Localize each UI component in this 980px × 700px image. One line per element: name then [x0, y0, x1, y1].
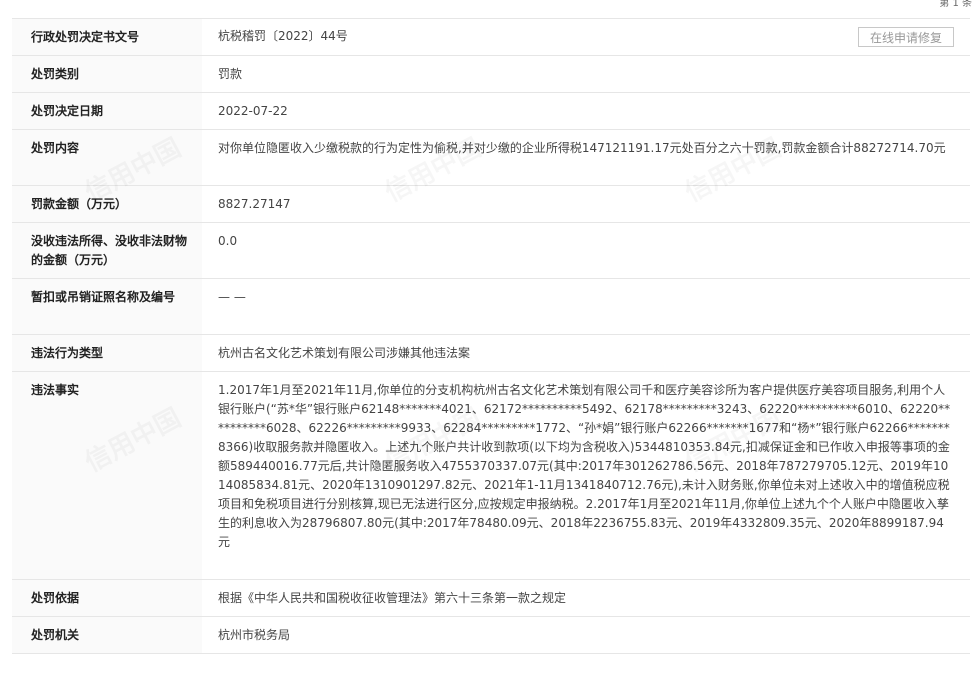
row-label: 违法事实: [12, 371, 202, 580]
table-row: 违法事实 1.2017年1月至2021年11月,你单位的分支机构杭州古名文化艺术…: [12, 371, 970, 580]
table-row: 罚款金额（万元） 8827.27147: [12, 185, 970, 223]
row-value: 0.0: [202, 222, 970, 279]
table-row: 处罚依据 根据《中华人民共和国税收征收管理法》第六十三条第一款之规定: [12, 579, 970, 617]
row-label: 处罚依据: [12, 579, 202, 617]
table-row: 没收违法所得、没收非法财物的金额（万元） 0.0: [12, 222, 970, 279]
row-label: 罚款金额（万元）: [12, 185, 202, 223]
row-value: — —: [202, 278, 970, 335]
row-value: 对你单位隐匿收入少缴税款的行为定性为偷税,并对少缴的企业所得税147121191…: [202, 129, 970, 186]
row-value: 2022-07-22: [202, 92, 970, 130]
row-value: 杭州市税务局: [202, 616, 970, 654]
table-row: 处罚决定日期 2022-07-22: [12, 92, 970, 130]
row-value: 杭税稽罚〔2022〕44号: [218, 29, 348, 43]
row-value: 根据《中华人民共和国税收征收管理法》第六十三条第一款之规定: [202, 579, 970, 617]
penalty-record-table: 行政处罚决定书文号 在线申请修复 杭税稽罚〔2022〕44号 处罚类别 罚款 处…: [12, 18, 970, 654]
row-value: 杭州古名文化艺术策划有限公司涉嫌其他违法案: [202, 334, 970, 372]
table-row: 违法行为类型 杭州古名文化艺术策划有限公司涉嫌其他违法案: [12, 334, 970, 372]
row-label: 处罚类别: [12, 55, 202, 93]
table-row: 暂扣或吊销证照名称及编号 — —: [12, 278, 970, 335]
row-label: 没收违法所得、没收非法财物的金额（万元）: [12, 222, 202, 279]
row-label: 处罚内容: [12, 129, 202, 186]
table-row: 处罚机关 杭州市税务局: [12, 616, 970, 654]
table-row: 处罚内容 对你单位隐匿收入少缴税款的行为定性为偷税,并对少缴的企业所得税1471…: [12, 129, 970, 186]
row-label: 处罚机关: [12, 616, 202, 654]
online-repair-button[interactable]: 在线申请修复: [857, 27, 954, 47]
row-label: 行政处罚决定书文号: [12, 18, 202, 56]
row-label: 违法行为类型: [12, 334, 202, 372]
row-label: 暂扣或吊销证照名称及编号: [12, 278, 202, 335]
table-row: 行政处罚决定书文号 在线申请修复 杭税稽罚〔2022〕44号: [12, 18, 970, 56]
row-value: 罚款: [202, 55, 970, 93]
row-value: 8827.27147: [202, 185, 970, 223]
row-label: 处罚决定日期: [12, 92, 202, 130]
page-indicator: 第 1 条: [939, 0, 972, 9]
row-value: 1.2017年1月至2021年11月,你单位的分支机构杭州古名文化艺术策划有限公…: [202, 371, 970, 580]
row-value-cell: 在线申请修复 杭税稽罚〔2022〕44号: [202, 18, 970, 56]
table-row: 处罚类别 罚款: [12, 55, 970, 93]
